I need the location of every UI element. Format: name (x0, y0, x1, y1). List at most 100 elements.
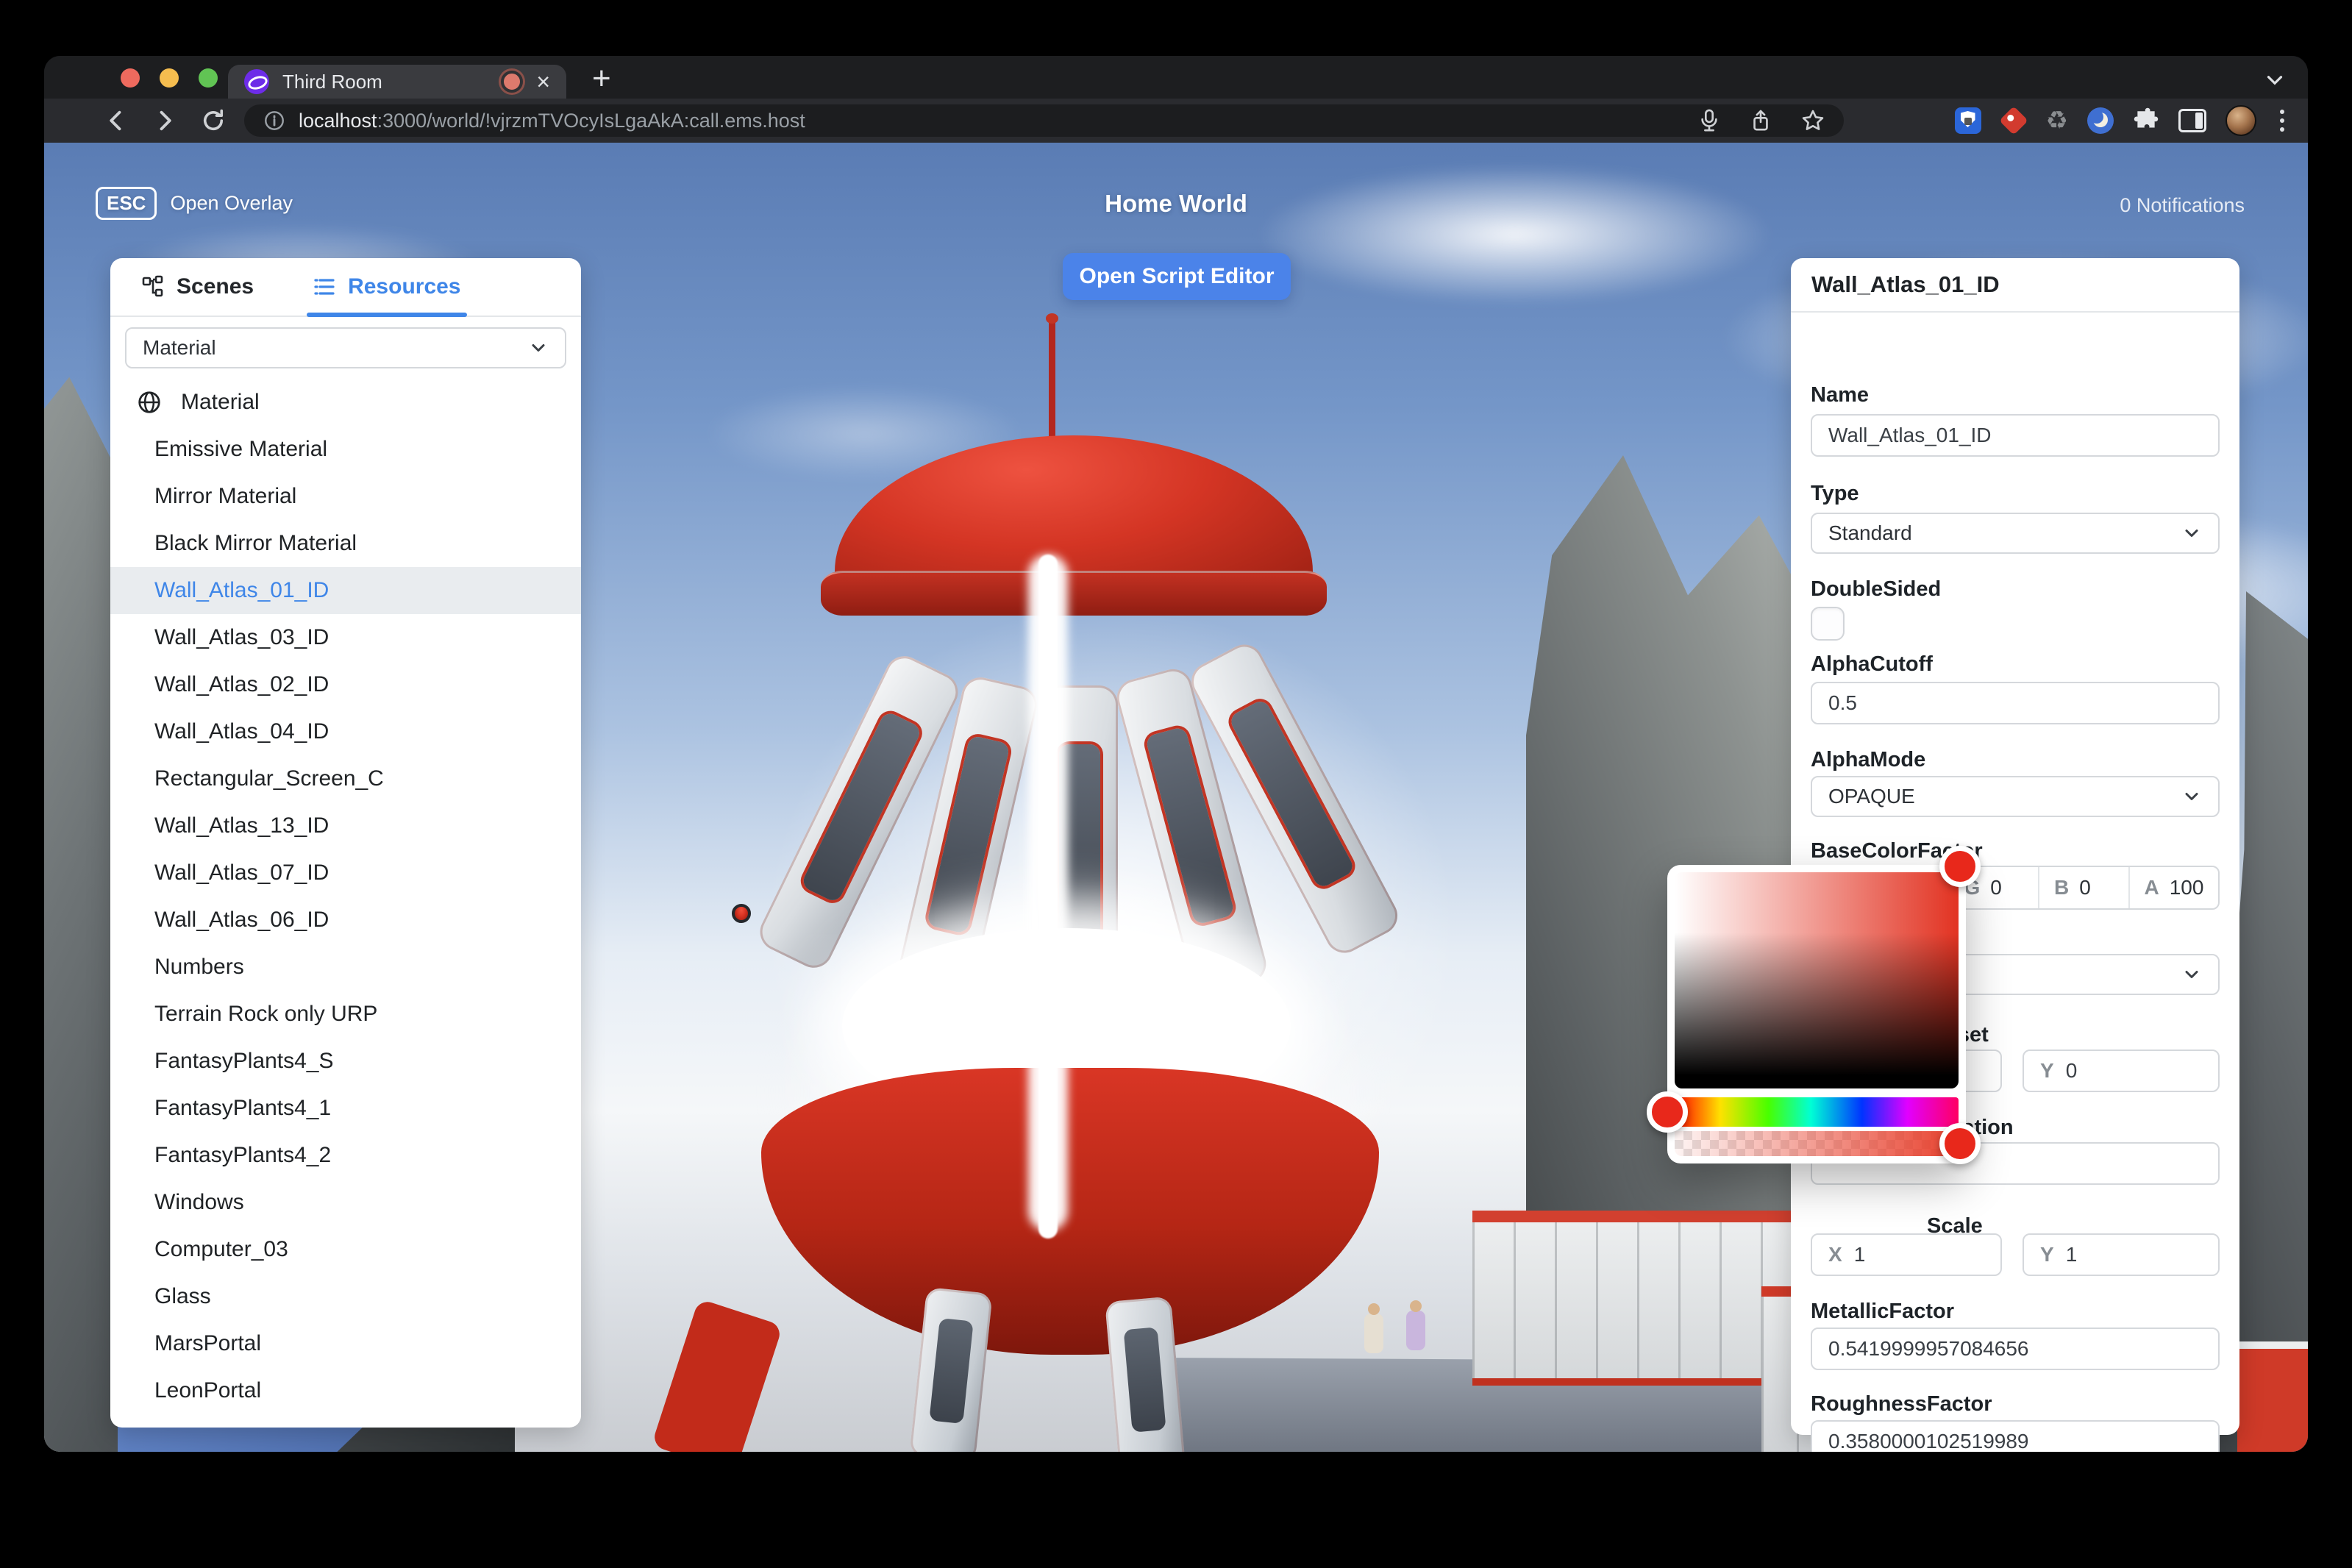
list-item[interactable]: Wall_Atlas_07_ID (110, 849, 581, 897)
list-item[interactable]: LeonPortal (110, 1367, 581, 1414)
tab-resources[interactable]: Resources (313, 258, 460, 316)
list-item-label: MarsPortal (154, 1331, 261, 1356)
chevron-down-icon[interactable] (2262, 68, 2287, 93)
material-inspector-panel: Wall_Atlas_01_ID Name Wall_Atlas_01_ID T… (1791, 258, 2239, 1435)
extensions-puzzle-icon[interactable] (2133, 107, 2159, 134)
list-item-label: Wall_Atlas_01_ID (154, 578, 329, 603)
red-diamond-extension-icon[interactable] (1999, 106, 2028, 135)
url-host: localhost (299, 110, 377, 132)
close-window-button[interactable] (121, 68, 140, 88)
bookmark-star-icon[interactable] (1801, 109, 1825, 132)
open-script-editor-button[interactable]: Open Script Editor (1063, 253, 1291, 300)
list-item[interactable]: Windows (110, 1179, 581, 1226)
panel-tabs: Scenes Resources (110, 258, 581, 317)
saturation-value-area[interactable] (1675, 872, 1959, 1088)
3d-viewport[interactable]: ESC Open Overlay Home World 0 Notificati… (44, 143, 2308, 1452)
browser-window: Third Room × + localhost:3000/world/!vjr… (44, 56, 2308, 1452)
rgba-b[interactable]: B0 (2038, 867, 2128, 908)
type-select[interactable]: Standard (1811, 513, 2220, 554)
hue-slider[interactable] (1675, 1097, 1959, 1127)
forward-button[interactable] (152, 107, 178, 134)
alpha-handle[interactable] (1939, 1123, 1981, 1164)
color-picker-popup (1667, 865, 1966, 1163)
close-tab-icon[interactable]: × (536, 70, 550, 93)
list-item[interactable]: Wall_Atlas_03_ID (110, 614, 581, 661)
alpha-slider[interactable] (1675, 1131, 1959, 1156)
chevron-down-icon (2181, 964, 2202, 985)
list-item[interactable]: MarsPortal (110, 1320, 581, 1367)
list-item[interactable]: FantasyPlants4_S (110, 1038, 581, 1085)
reload-button[interactable] (200, 107, 227, 134)
resource-type-select[interactable]: Material (125, 327, 566, 368)
recycle-extension-icon[interactable]: ♻ (2046, 108, 2068, 133)
scene-station-building (2237, 1341, 2308, 1452)
double-sided-checkbox[interactable] (1811, 607, 1845, 641)
list-item[interactable]: Wall_Atlas_01_ID (110, 567, 581, 614)
moon-extension-icon[interactable] (2087, 107, 2114, 134)
minimize-window-button[interactable] (160, 68, 179, 88)
scale-y-input[interactable]: Y1 (2023, 1233, 2220, 1276)
back-button[interactable] (103, 107, 129, 134)
alpha-mode-select[interactable]: OPAQUE (1811, 776, 2220, 817)
list-item[interactable]: FantasyPlants4_2 (110, 1132, 581, 1179)
alpha-cutoff-label: AlphaCutoff (1811, 652, 1933, 677)
resource-list-icon (313, 275, 336, 299)
list-item-label: Terrain Rock only URP (154, 1002, 377, 1027)
share-icon[interactable] (1750, 109, 1772, 132)
list-item[interactable]: Numbers (110, 944, 581, 991)
list-item[interactable]: Terrain Rock only URP (110, 991, 581, 1038)
zoom-window-button[interactable] (199, 68, 218, 88)
browser-tab[interactable]: Third Room × (228, 65, 566, 99)
chevron-down-icon (2181, 523, 2202, 544)
list-item-label: WebXRPortal (154, 1425, 288, 1428)
list-item[interactable]: Glass (110, 1273, 581, 1320)
tab-scenes[interactable]: Scenes (141, 258, 254, 316)
metallic-factor-label: MetallicFactor (1811, 1300, 1954, 1324)
list-item-label: Wall_Atlas_13_ID (154, 813, 329, 838)
password-manager-extension-icon[interactable] (1955, 107, 1981, 134)
list-item[interactable]: FantasyPlants4_1 (110, 1085, 581, 1132)
roughness-factor-input[interactable]: 0.3580000102519989 (1811, 1420, 2220, 1452)
list-item[interactable]: Emissive Material (110, 426, 581, 473)
extension-area: ♻ (1955, 106, 2289, 135)
tab-scenes-label: Scenes (177, 274, 254, 299)
material-root-label: Material (181, 390, 260, 415)
saturation-handle[interactable] (1939, 846, 1981, 887)
alpha-cutoff-input[interactable]: 0.5 (1811, 682, 2220, 724)
new-tab-button[interactable]: + (592, 60, 611, 97)
world-title: Home World (44, 190, 2308, 218)
site-info-icon[interactable] (263, 110, 285, 132)
profile-avatar[interactable] (2226, 105, 2256, 136)
material-root-item[interactable]: Material (110, 379, 581, 426)
list-item[interactable]: Wall_Atlas_06_ID (110, 897, 581, 944)
third-room-favicon-icon (244, 69, 269, 94)
inspector-title: Wall_Atlas_01_ID (1811, 271, 2000, 298)
list-item[interactable]: Wall_Atlas_02_ID (110, 661, 581, 708)
url-bar[interactable]: localhost:3000/world/!vjrzmTVOcyIsLgaAkA… (244, 104, 1844, 137)
side-panel-icon[interactable] (2178, 109, 2206, 132)
resources-panel: Scenes Resources Material Mat (110, 258, 581, 1428)
offset-y-input[interactable]: Y0 (2023, 1050, 2220, 1092)
rgba-a[interactable]: A100 (2128, 867, 2219, 908)
list-item-label: Mirror Material (154, 484, 296, 509)
list-item[interactable]: Computer_03 (110, 1226, 581, 1273)
list-item-label: Wall_Atlas_02_ID (154, 672, 329, 697)
hue-handle[interactable] (1647, 1091, 1688, 1133)
microphone-icon[interactable] (1698, 109, 1720, 132)
traffic-lights (121, 68, 218, 88)
name-input[interactable]: Wall_Atlas_01_ID (1811, 414, 2220, 457)
scene-ring-body (761, 1068, 1379, 1355)
browser-menu-icon[interactable] (2276, 110, 2289, 132)
list-item[interactable]: Rectangular_Screen_C (110, 755, 581, 802)
list-item[interactable]: Black Mirror Material (110, 520, 581, 567)
list-item-label: FantasyPlants4_1 (154, 1096, 331, 1121)
metallic-factor-input[interactable]: 0.5419999957084656 (1811, 1328, 2220, 1370)
list-item[interactable]: WebXRPortal (110, 1414, 581, 1428)
tab-resources-label: Resources (348, 274, 460, 299)
notifications-counter[interactable]: 0 Notifications (2120, 194, 2245, 217)
list-item[interactable]: Mirror Material (110, 473, 581, 520)
list-item[interactable]: Wall_Atlas_04_ID (110, 708, 581, 755)
scale-x-input[interactable]: X1 (1811, 1233, 2002, 1276)
list-item[interactable]: Wall_Atlas_13_ID (110, 802, 581, 849)
list-item-label: Wall_Atlas_03_ID (154, 625, 329, 650)
